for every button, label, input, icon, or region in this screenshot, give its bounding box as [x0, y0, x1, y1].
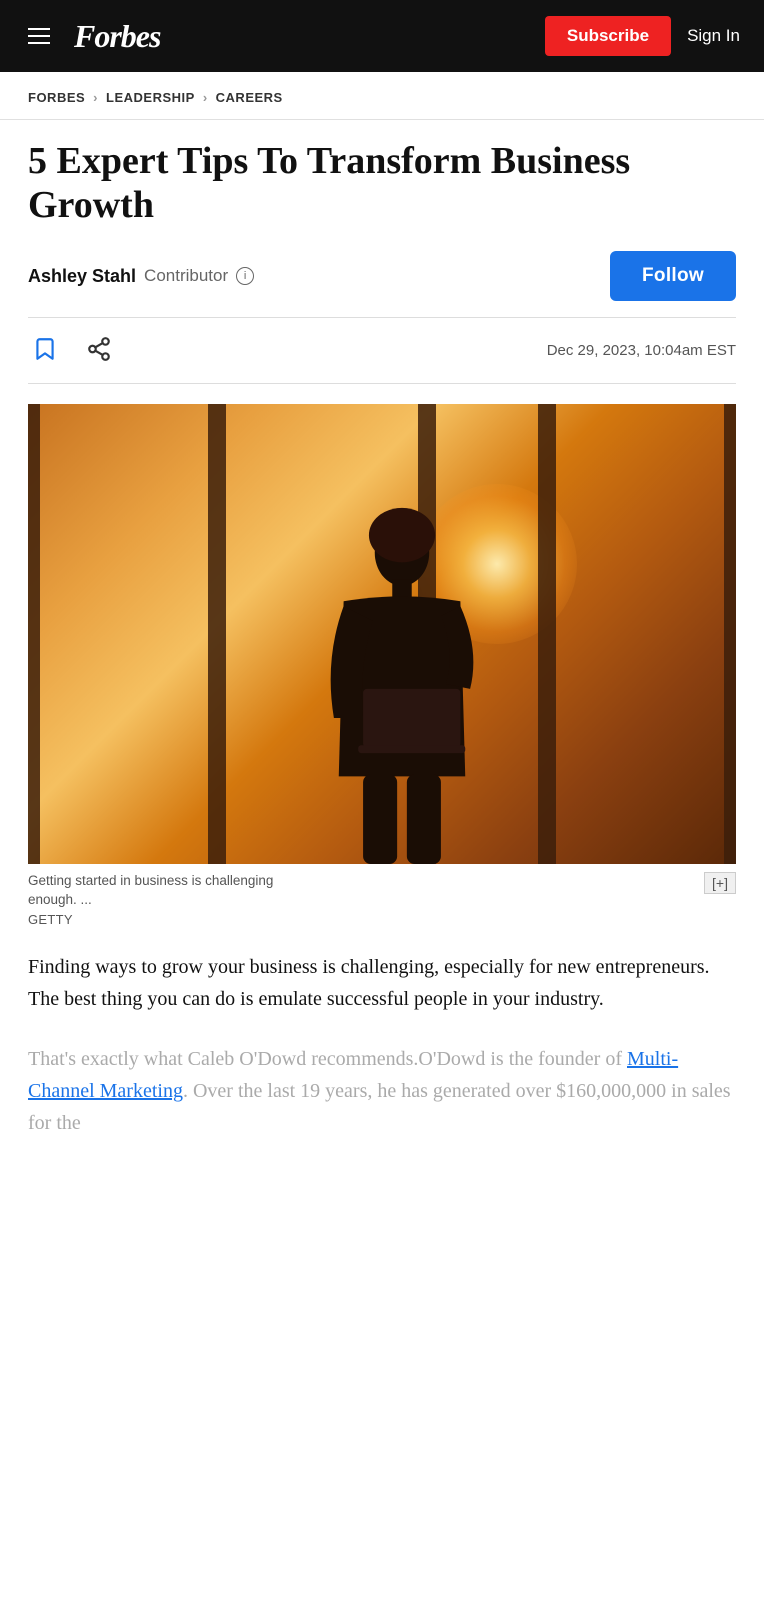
info-icon[interactable]: i	[236, 267, 254, 285]
follow-button[interactable]: Follow	[610, 251, 736, 301]
window-frame	[538, 404, 556, 864]
signin-link[interactable]: Sign In	[687, 26, 740, 46]
header-left: Forbes	[24, 18, 160, 55]
hamburger-menu-button[interactable]	[24, 24, 54, 48]
image-caption: Getting started in business is challengi…	[28, 864, 736, 931]
breadcrumb-separator-1: ›	[93, 90, 98, 105]
bookmark-button[interactable]	[28, 332, 62, 369]
subscribe-button[interactable]: Subscribe	[545, 16, 671, 56]
hamburger-line	[28, 28, 50, 30]
action-icons	[28, 332, 116, 369]
header-right: Subscribe Sign In	[545, 16, 740, 56]
hamburger-line	[28, 42, 50, 44]
article-paragraph-2: That's exactly what Caleb O'Dowd recomme…	[28, 1043, 736, 1139]
site-header: Forbes Subscribe Sign In	[0, 0, 764, 72]
breadcrumb-leadership[interactable]: LEADERSHIP	[106, 90, 195, 105]
breadcrumb-separator-2: ›	[203, 90, 208, 105]
hamburger-line	[28, 35, 50, 37]
author-row: Ashley Stahl Contributor i Follow	[28, 251, 736, 301]
article-image	[28, 404, 736, 864]
caption-text: Getting started in business is challengi…	[28, 872, 294, 910]
article-image-container: Getting started in business is challengi…	[28, 404, 736, 931]
author-info: Ashley Stahl Contributor i	[28, 266, 254, 287]
person-silhouette	[302, 504, 502, 864]
window-frame	[724, 404, 736, 864]
author-role: Contributor	[144, 266, 228, 286]
share-icon	[86, 336, 112, 362]
paragraph-2-text-before: That's exactly what Caleb O'Dowd recomme…	[28, 1048, 627, 1070]
window-frame	[208, 404, 226, 864]
action-bar: Dec 29, 2023, 10:04am EST	[28, 317, 736, 384]
article-paragraph-1: Finding ways to grow your business is ch…	[28, 951, 736, 1015]
article-body: Finding ways to grow your business is ch…	[28, 943, 736, 1139]
image-source: GETTY	[28, 912, 341, 927]
window-frame	[28, 404, 40, 864]
breadcrumb-forbes[interactable]: FORBES	[28, 90, 85, 105]
bookmark-icon	[32, 336, 58, 362]
expand-image-button[interactable]: [+]	[704, 872, 736, 894]
article-date: Dec 29, 2023, 10:04am EST	[547, 342, 736, 359]
paragraph-1-text: Finding ways to grow your business is ch…	[28, 956, 710, 1010]
share-button[interactable]	[82, 332, 116, 369]
forbes-logo: Forbes	[74, 18, 160, 55]
article-title: 5 Expert Tips To Transform Business Grow…	[28, 140, 736, 227]
caption-left: Getting started in business is challengi…	[28, 872, 341, 927]
article: 5 Expert Tips To Transform Business Grow…	[0, 120, 764, 1139]
breadcrumb-careers[interactable]: CAREERS	[216, 90, 283, 105]
breadcrumb: FORBES › LEADERSHIP › CAREERS	[0, 72, 764, 120]
author-name[interactable]: Ashley Stahl	[28, 266, 136, 287]
